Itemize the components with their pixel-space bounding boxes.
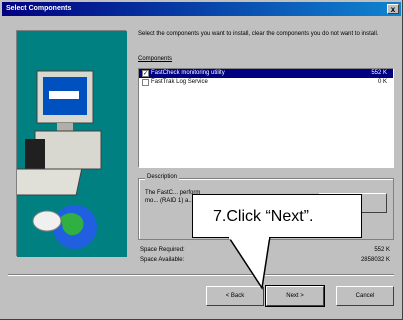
checkbox-checked[interactable]: ✓ (142, 70, 149, 77)
close-button[interactable]: x (387, 4, 399, 14)
component-size: 0 K (377, 79, 387, 85)
instruction-callout: 7.Click “Next”. (192, 194, 362, 238)
component-name: FastCheck monitoring utility (151, 70, 225, 76)
computer-globe-icon (5, 31, 127, 257)
components-label: Components (138, 56, 173, 62)
select-components-window: Select Components x Select the component… (0, 0, 403, 320)
back-button[interactable]: < Back (206, 286, 264, 306)
list-item[interactable]: FastTrak Log Service 0 K (139, 78, 393, 87)
window-title: Select Components (6, 5, 72, 12)
space-required-value: 552 K (374, 247, 390, 253)
list-item[interactable]: ✓ FastCheck monitoring utility 552 K (139, 69, 393, 78)
next-button[interactable]: Next > (265, 285, 325, 307)
instructions-text: Select the components you want to instal… (138, 31, 379, 37)
component-size: 552 K (371, 70, 387, 76)
divider (8, 274, 394, 276)
title-bar: Select Components x (2, 2, 401, 16)
space-available-row: Space Available: 2858032 K (140, 256, 392, 265)
space-available-value: 2858032 K (360, 257, 390, 263)
space-required-label: Space Required: (140, 247, 185, 253)
setup-illustration (5, 30, 127, 257)
component-name: FastTrak Log Service (151, 79, 208, 85)
cancel-button[interactable]: Cancel (336, 286, 394, 306)
components-list[interactable]: ✓ FastCheck monitoring utility 552 K Fas… (138, 68, 394, 168)
checkbox[interactable] (142, 79, 149, 86)
space-available-label: Space Available: (140, 257, 185, 263)
description-legend: Description (145, 174, 180, 180)
space-required-row: Space Required: 552 K (140, 246, 392, 255)
